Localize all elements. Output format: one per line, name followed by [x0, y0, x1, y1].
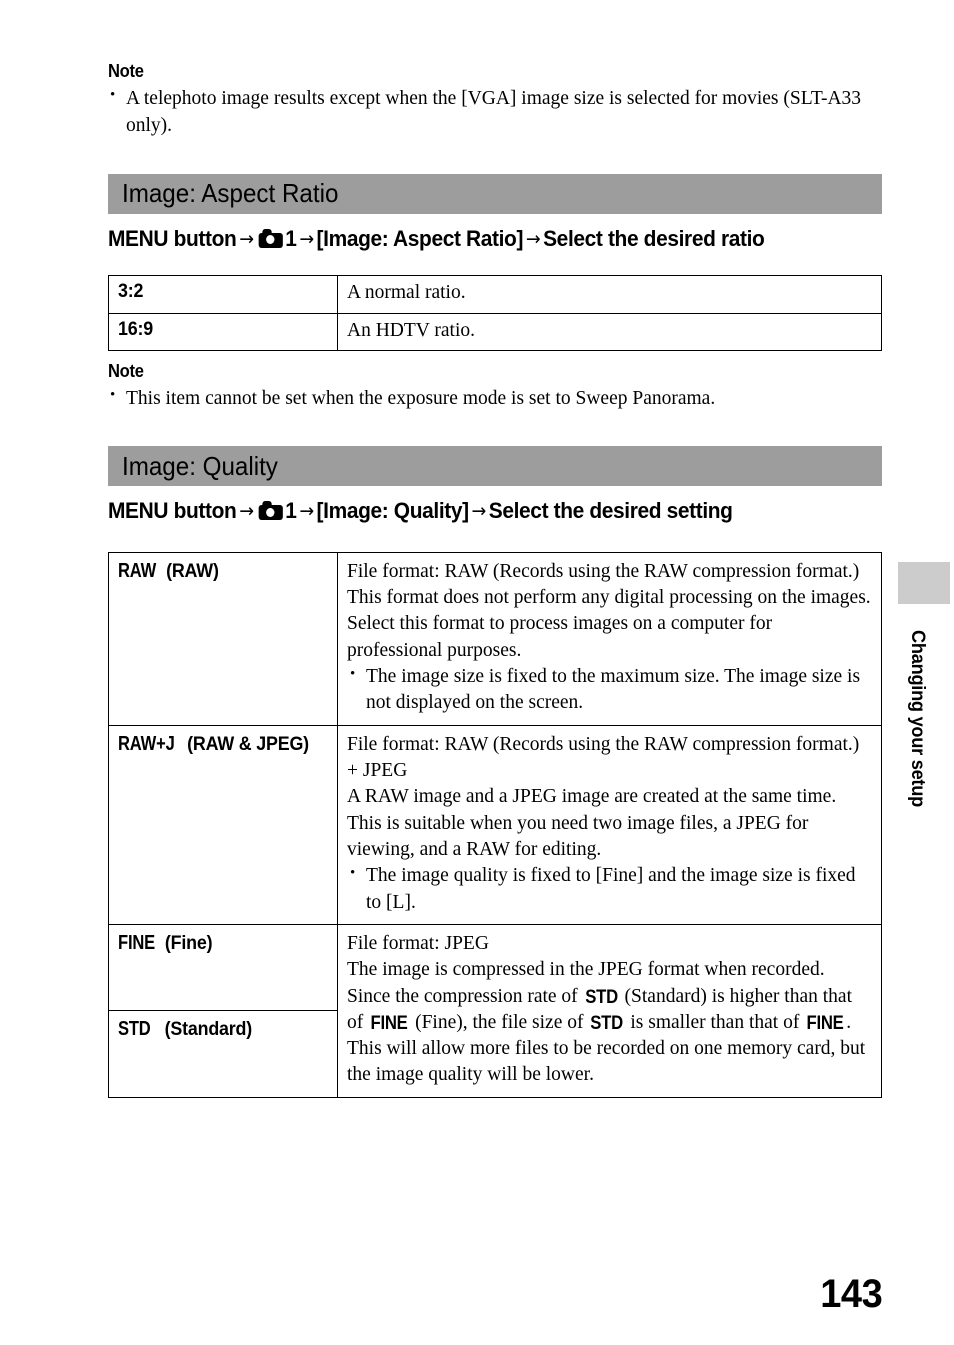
note-heading: Note	[108, 361, 144, 382]
paragraph: This format does not perform any digital…	[347, 587, 871, 661]
quality-table: RAW (RAW) File format: RAW (Records usin…	[108, 551, 882, 1098]
key-suffix: (RAW)	[166, 560, 219, 582]
text-part: is smaller than that of	[625, 1011, 805, 1033]
fine-badge-icon: FINE	[806, 1012, 844, 1034]
note-heading: Note	[108, 61, 144, 81]
std-badge-icon: STD	[584, 986, 618, 1008]
table-row: FINE (Fine) File format: JPEG The image …	[108, 923, 882, 1098]
key-suffix: (Fine)	[164, 932, 213, 954]
page-number: 143	[820, 1272, 882, 1316]
table-cell-key: STD (Standard)	[108, 1010, 338, 1098]
paragraph: The image is compressed in the JPEG form…	[347, 957, 872, 1089]
table-row: RAW (RAW) File format: RAW (Records usin…	[108, 551, 882, 726]
table-cell-key: RAW+J (RAW & JPEG)	[108, 724, 338, 925]
arrow-icon: →	[471, 500, 487, 523]
fine-badge-icon: FINE	[370, 1012, 408, 1034]
menu-path-quality: MENU button → 1 → [Image: Quality] → Select th…	[108, 497, 882, 526]
table-cell-key: 3:2	[108, 275, 338, 314]
table-row: 3:2 A normal ratio.	[108, 275, 882, 314]
key-suffix: (RAW & JPEG)	[187, 733, 309, 755]
table-cell-value: File format: RAW (Records using the RAW …	[337, 551, 882, 726]
table-cell-key: RAW (RAW)	[108, 551, 338, 726]
text-part: (Fine), the file size of	[410, 1011, 589, 1033]
bullet-list: The image quality is fixed to [Fine] and…	[347, 863, 872, 916]
bullet-item: The image quality is fixed to [Fine] and…	[347, 863, 872, 916]
menu-tab-number: 1	[285, 498, 297, 524]
section-header-aspect-ratio: Image: Aspect Ratio	[108, 173, 882, 214]
bullet-list: The image size is fixed to the maximum s…	[347, 664, 872, 717]
menu-tab-number: 1	[285, 225, 297, 251]
std-badge-icon: STD	[118, 1018, 151, 1041]
menu-path-prefix: MENU button	[108, 498, 237, 524]
table-cell-value: A normal ratio.	[337, 275, 882, 314]
key-suffix: (Standard)	[164, 1019, 253, 1041]
arrow-icon: →	[239, 500, 254, 523]
fine-badge-icon: FINE	[118, 931, 156, 954]
bullet-item: The image size is fixed to the maximum s…	[347, 664, 872, 717]
camera-icon	[258, 228, 283, 248]
menu-action: Select the desired setting	[488, 498, 733, 524]
note-block-top: Note A telephoto image results except wh…	[108, 60, 882, 140]
table-cell-value: An HDTV ratio.	[337, 312, 882, 352]
table-cell-key: 16:9	[108, 312, 338, 352]
note-list: A telephoto image results except when th…	[108, 85, 882, 140]
menu-action: Select the desired ratio	[543, 225, 765, 251]
paragraph: A RAW image and a JPEG image are created…	[347, 786, 837, 860]
table-cell-value: File format: RAW (Records using the RAW …	[337, 724, 882, 925]
paragraph: File format: RAW (Records using the RAW …	[347, 560, 860, 582]
section-title: Image: Quality	[122, 450, 278, 481]
arrow-icon: →	[239, 227, 254, 250]
page-content: Note A telephoto image results except wh…	[108, 60, 882, 1098]
note-block-aspect-ratio: Note This item cannot be set when the ex…	[108, 360, 882, 412]
menu-path-aspect-ratio: MENU button → 1 → [Image: Aspect Ratio] → Sele…	[108, 225, 882, 254]
table-row: RAW+J (RAW & JPEG) File format: RAW (Rec…	[108, 724, 882, 925]
arrow-icon: →	[525, 227, 541, 250]
note-item: A telephoto image results except when th…	[108, 85, 882, 140]
table-cell-value: File format: JPEG The image is compresse…	[337, 923, 882, 1098]
paragraph: File format: RAW (Records using the RAW …	[347, 733, 860, 781]
paragraph: File format: JPEG	[347, 932, 489, 954]
menu-path-prefix: MENU button	[108, 225, 237, 251]
section-header-quality: Image: Quality	[108, 446, 882, 487]
std-badge-icon: STD	[590, 1012, 624, 1034]
aspect-ratio-table: 3:2 A normal ratio. 16:9 An HDTV ratio.	[108, 275, 882, 352]
raw-jpeg-badge-icon: RAW+J	[118, 732, 175, 755]
camera-icon	[258, 501, 283, 521]
arrow-icon: →	[299, 227, 314, 250]
side-thumb-tab	[898, 562, 950, 604]
document-page: Note A telephoto image results except wh…	[0, 0, 954, 1345]
menu-item-name: [Image: Aspect Ratio]	[316, 225, 524, 251]
menu-item-name: [Image: Quality]	[316, 498, 470, 524]
section-title: Image: Aspect Ratio	[122, 178, 339, 209]
arrow-icon: →	[299, 500, 314, 523]
table-row: 16:9 An HDTV ratio.	[108, 312, 882, 352]
side-chapter-label: Changing your setup	[907, 630, 928, 807]
raw-badge-icon: RAW	[118, 559, 157, 582]
note-list: This item cannot be set when the exposur…	[108, 385, 882, 413]
note-item: This item cannot be set when the exposur…	[108, 385, 882, 413]
table-cell-key: FINE (Fine)	[108, 923, 338, 1012]
